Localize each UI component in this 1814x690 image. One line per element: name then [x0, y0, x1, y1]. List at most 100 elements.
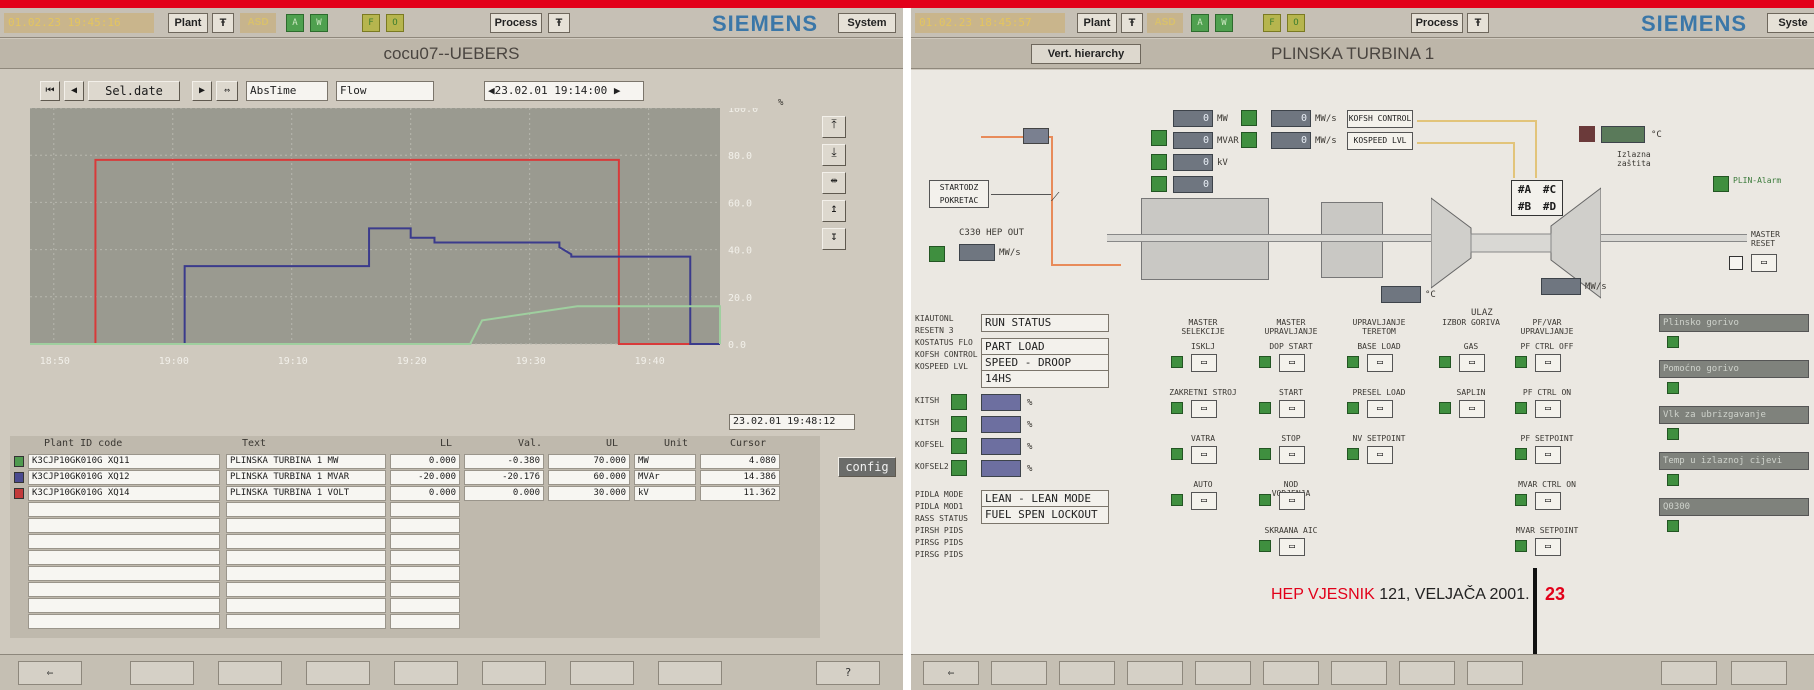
command-button[interactable]: ▭ — [1279, 446, 1305, 464]
table-row[interactable] — [10, 550, 820, 565]
prev-date-icon[interactable]: ◀ — [488, 84, 495, 97]
next-date-icon[interactable]: ▶ — [607, 84, 621, 97]
asd-indicator[interactable]: ASD — [1147, 13, 1183, 33]
command-button[interactable]: ▭ — [1459, 400, 1485, 418]
fn-button-5[interactable] — [1263, 661, 1319, 685]
command-button[interactable]: ▭ — [1191, 446, 1217, 464]
vertical-hierarchy-button[interactable]: Vert. hierarchy — [1031, 44, 1141, 64]
fn-button-5[interactable] — [482, 661, 546, 685]
command-button[interactable]: ▭ — [1535, 400, 1561, 418]
first-page-icon[interactable]: ⏮ — [40, 81, 60, 101]
fn-button-7[interactable] — [658, 661, 722, 685]
process-menu-button[interactable]: Process — [1411, 13, 1463, 33]
fault-f-indicator[interactable]: F — [362, 14, 380, 32]
system-menu-button[interactable]: System — [838, 13, 896, 33]
command-button[interactable]: ▭ — [1535, 538, 1561, 556]
process-menu-button[interactable]: Process — [490, 13, 542, 33]
alarm-a-indicator[interactable]: A — [286, 14, 304, 32]
zoom-time-icon[interactable]: ⇹ — [822, 172, 846, 194]
table-row[interactable] — [10, 614, 820, 629]
mode-field[interactable]: Flow — [336, 81, 434, 101]
fn-button-10[interactable] — [1731, 661, 1787, 685]
alarm-a-indicator[interactable]: A — [1191, 14, 1209, 32]
table-row[interactable] — [10, 582, 820, 597]
start-motor-button[interactable]: STARTODZ POKRETAC — [929, 180, 989, 208]
fn-button-4[interactable] — [1195, 661, 1251, 685]
curve-color-swatch[interactable] — [14, 472, 24, 483]
system-menu-button[interactable]: Syste — [1767, 13, 1814, 33]
table-row[interactable]: K3CJP10GK010G XQ14 PLINSKA TURBINA 1 VOLT… — [10, 486, 820, 501]
fn-button-1[interactable] — [991, 661, 1047, 685]
command-button[interactable]: ▭ — [1367, 354, 1393, 372]
help-button[interactable]: ? — [816, 661, 880, 685]
command-button[interactable]: ▭ — [1367, 446, 1393, 464]
fn-button-3[interactable] — [306, 661, 370, 685]
curve-color-swatch[interactable] — [14, 488, 24, 499]
command-button[interactable]: ▭ — [1191, 354, 1217, 372]
fn-button-4[interactable] — [394, 661, 458, 685]
back-button[interactable]: ⇐ — [923, 661, 979, 685]
fault-f-indicator[interactable]: F — [1263, 14, 1281, 32]
table-row[interactable]: K3CJP10GK010G XQ11 PLINSKA TURBINA 1 MW 0.… — [10, 454, 820, 469]
control-label: ZAKRETNI STROJ — [1169, 388, 1237, 397]
next-page-icon[interactable]: ▶ — [192, 81, 212, 101]
burner-select-box[interactable]: #A #C #B #D — [1511, 180, 1563, 216]
command-button[interactable]: ▭ — [1279, 538, 1305, 556]
table-row[interactable] — [10, 598, 820, 613]
table-row[interactable] — [10, 566, 820, 581]
fn-button-2[interactable] — [1059, 661, 1115, 685]
command-button[interactable]: ▭ — [1367, 400, 1393, 418]
fn-button-2[interactable] — [218, 661, 282, 685]
flow-line — [1535, 120, 1537, 178]
fn-button-9[interactable] — [1661, 661, 1717, 685]
command-button[interactable]: ▭ — [1279, 400, 1305, 418]
fn-button-6[interactable] — [570, 661, 634, 685]
switch-icon[interactable]: ⟋ — [1051, 190, 1059, 205]
table-row[interactable] — [10, 518, 820, 533]
asd-indicator[interactable]: ASD — [240, 13, 276, 33]
filter-icon[interactable]: Ŧ — [212, 13, 234, 33]
fn-button-3[interactable] — [1127, 661, 1183, 685]
scale-up-icon[interactable]: ↥ — [822, 200, 846, 222]
fuel-mode-button[interactable]: KOSPEED LVL — [1347, 132, 1413, 150]
filter-icon[interactable]: Ŧ — [1121, 13, 1143, 33]
date-time-field[interactable]: ◀23.02.01 19:14:00 ▶ — [484, 81, 644, 101]
command-button[interactable]: ▭ — [1191, 400, 1217, 418]
fn-button-7[interactable] — [1399, 661, 1455, 685]
plant-menu-button[interactable]: Plant — [168, 13, 208, 33]
master-reset-button[interactable]: ▭ — [1751, 254, 1777, 272]
zoom-in-icon[interactable]: ⤒ — [822, 116, 846, 138]
command-button[interactable]: ▭ — [1535, 446, 1561, 464]
filter-icon[interactable]: Ŧ — [1467, 13, 1489, 33]
play-icon[interactable]: ⇔ — [216, 81, 238, 101]
back-button[interactable]: ⇐ — [18, 661, 82, 685]
fn-button-1[interactable] — [130, 661, 194, 685]
prev-page-icon[interactable]: ◀ — [64, 81, 84, 101]
plant-menu-button[interactable]: Plant — [1077, 13, 1117, 33]
scale-down-icon[interactable]: ↧ — [822, 228, 846, 250]
fuel-setpoint-button[interactable]: KOFSH CONTROL — [1347, 110, 1413, 128]
table-row[interactable]: K3CJP10GK010G XQ12 PLINSKA TURBINA 1 MVAR… — [10, 470, 820, 485]
command-button[interactable]: ▭ — [1279, 354, 1305, 372]
fn-button-6[interactable] — [1331, 661, 1387, 685]
command-button[interactable]: ▭ — [1279, 492, 1305, 510]
operation-o-indicator[interactable]: O — [1287, 14, 1305, 32]
command-button[interactable]: ▭ — [1191, 492, 1217, 510]
config-button[interactable]: config — [838, 457, 896, 477]
reset-checkbox[interactable] — [1729, 256, 1743, 270]
command-button[interactable]: ▭ — [1535, 492, 1561, 510]
command-button[interactable]: ▭ — [1535, 354, 1561, 372]
select-date-button[interactable]: Sel.date — [88, 81, 180, 101]
filter-icon[interactable]: Ŧ — [548, 13, 570, 33]
warning-w-indicator[interactable]: W — [1215, 14, 1233, 32]
zoom-out-icon[interactable]: ⤓ — [822, 144, 846, 166]
table-row[interactable] — [10, 502, 820, 517]
fn-button-8[interactable] — [1467, 661, 1523, 685]
command-button[interactable]: ▭ — [1459, 354, 1485, 372]
time-mode-field[interactable]: AbsTime — [246, 81, 328, 101]
curve-color-swatch[interactable] — [14, 456, 24, 467]
table-row[interactable] — [10, 534, 820, 549]
breaker-icon[interactable] — [1023, 128, 1049, 144]
warning-w-indicator[interactable]: W — [310, 14, 328, 32]
operation-o-indicator[interactable]: O — [386, 14, 404, 32]
